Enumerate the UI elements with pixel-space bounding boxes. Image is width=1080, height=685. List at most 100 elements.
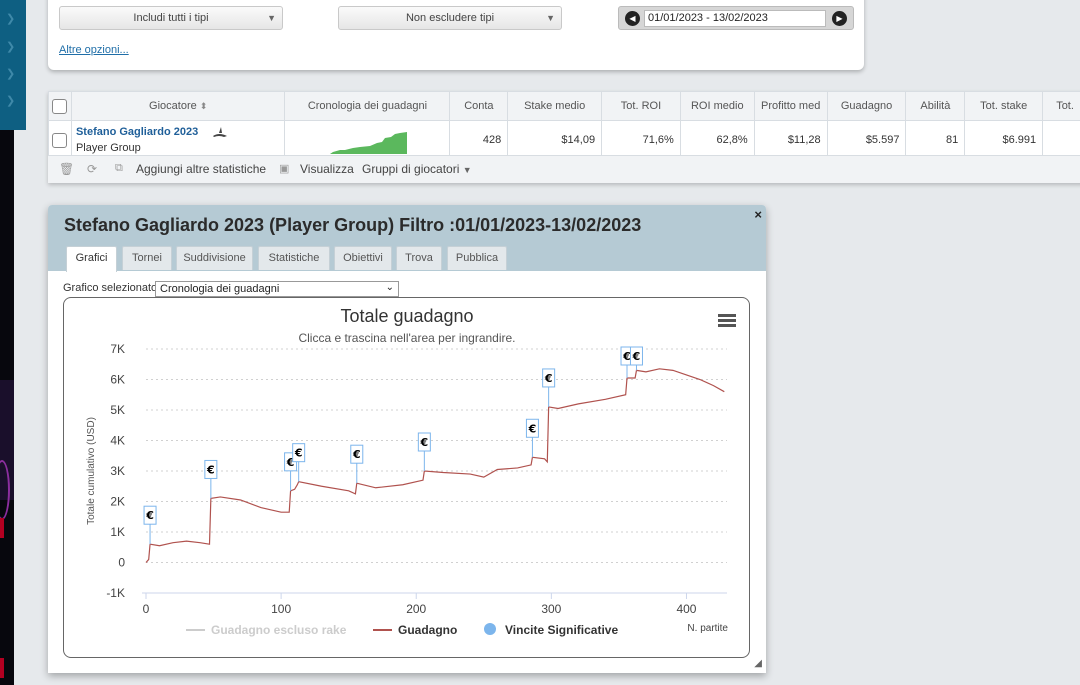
chevron-right-icon[interactable]: ❯ — [6, 69, 15, 80]
stats-panel: Giocatore ⬍ Cronologia dei guadagni Cont… — [48, 91, 1080, 183]
avg-stake-cell: $14,09 — [507, 120, 603, 160]
chart-select-dropdown[interactable]: Cronologia dei guadagni ⌄ — [155, 281, 399, 297]
date-range-input[interactable]: 01/01/2023 - 13/02/2023 — [644, 10, 826, 27]
earnings-sparkline — [330, 132, 408, 154]
y-tick-label: -1K — [106, 586, 125, 600]
row-select-cell — [48, 120, 72, 160]
column-header-count[interactable]: Conta — [449, 91, 509, 121]
view-button[interactable]: Visualizza — [300, 162, 354, 176]
chart-select-label: Grafico selezionato — [63, 282, 158, 294]
column-header-avg-stake[interactable]: Stake medio — [507, 91, 603, 121]
x-axis-label: N. partite — [687, 623, 728, 634]
dialog-header: Stefano Gagliardo 2023 (Player Group) Fi… — [48, 205, 766, 272]
date-range-control: ◀ 01/01/2023 - 13/02/2023 ▶ — [618, 6, 854, 30]
chart-subtitle: Clicca e trascina nell'area per ingrandi… — [298, 331, 515, 345]
column-header-ability[interactable]: Abilità — [905, 91, 966, 121]
resize-grip-icon[interactable]: ◢ — [754, 658, 762, 669]
select-all-checkbox[interactable] — [52, 98, 68, 114]
euro-icon: € — [420, 436, 429, 449]
exclude-types-label: Non escludere tipi — [405, 12, 495, 24]
exclude-types-dropdown[interactable]: Non escludere tipi ▼ — [338, 6, 562, 30]
chevron-right-icon[interactable]: ❯ — [6, 42, 15, 53]
sort-icon[interactable]: ⬍ — [200, 101, 208, 111]
avg-profit-cell: $11,28 — [753, 120, 828, 160]
caret-down-icon: ▼ — [462, 165, 472, 175]
legend-item-rake: Guadagno escluso rake — [211, 623, 347, 637]
y-tick-label: 7K — [110, 342, 125, 356]
y-axis-label: Totale cumulativo (USD) — [86, 417, 97, 525]
tab-pubblica[interactable]: Pubblica — [447, 246, 507, 270]
tab-obiettivi[interactable]: Obiettivi — [334, 246, 392, 270]
column-header-avg-profit[interactable]: Profitto med — [753, 91, 828, 121]
total-cell — [1042, 120, 1080, 160]
column-header-player[interactable]: Giocatore ⬍ — [70, 91, 286, 121]
refresh-icon[interactable]: ⟳ — [87, 162, 97, 176]
y-tick-label: 2K — [110, 495, 125, 509]
caret-down-icon: ▼ — [546, 13, 555, 23]
player-type: Player Group — [75, 142, 141, 154]
more-options-link[interactable]: Altre opzioni... — [59, 44, 129, 56]
stats-toolbar: 🗑 ⟳ ⧉ Aggiungi altre statistiche ▣ Visua… — [48, 155, 1080, 183]
column-header-total[interactable]: Tot. — [1042, 91, 1080, 121]
tab-grafici[interactable]: Grafici — [66, 246, 117, 272]
chevron-right-icon[interactable]: ❯ — [6, 96, 15, 107]
stats-table: Giocatore ⬍ Cronologia dei guadagni Cont… — [48, 91, 1080, 160]
row-checkbox[interactable] — [52, 132, 68, 148]
next-period-icon[interactable]: ▶ — [832, 11, 847, 26]
y-tick-label: 3K — [110, 464, 125, 478]
add-stats-icon[interactable]: ⧉ — [115, 162, 123, 175]
legend-symbol-wins — [484, 623, 496, 635]
total-roi-cell: 71,6% — [601, 120, 681, 160]
avg-roi-cell: 62,8% — [679, 120, 755, 160]
euro-icon: € — [294, 447, 303, 460]
earnings-cell: $5.597 — [826, 120, 907, 160]
x-tick-label: 200 — [406, 602, 426, 616]
column-header-total-stake[interactable]: Tot. stake — [964, 91, 1044, 121]
background-strip — [0, 130, 14, 685]
chart-container[interactable]: Totale guadagno Clicca e trascina nell'ar… — [63, 297, 750, 658]
tab-suddivisione[interactable]: Suddivisione — [176, 246, 253, 270]
ability-cell: 81 — [905, 120, 966, 160]
column-header-avg-roi[interactable]: ROI medio — [679, 91, 755, 121]
tab-tornei[interactable]: Tornei — [122, 246, 172, 270]
table-row[interactable]: Stefano Gagliardo 2023 Player Group 428 … — [48, 120, 1080, 160]
tab-trova[interactable]: Trova — [396, 246, 442, 270]
player-name-link[interactable]: Stefano Gagliardo 2023 — [76, 126, 279, 138]
euro-icon: € — [632, 350, 641, 363]
x-tick-label: 100 — [271, 602, 291, 616]
x-tick-label: 0 — [143, 602, 150, 616]
select-all-cell — [48, 91, 72, 121]
y-tick-label: 0 — [118, 556, 125, 570]
add-stats-button[interactable]: Aggiungi altre statistiche — [136, 162, 266, 176]
close-icon[interactable]: × — [754, 207, 762, 222]
y-tick-label: 1K — [110, 525, 125, 539]
dialog-title: Stefano Gagliardo 2023 (Player Group) Fi… — [64, 215, 642, 235]
menu-icon[interactable] — [718, 314, 736, 327]
player-chart-dialog: Stefano Gagliardo 2023 (Player Group) Fi… — [48, 205, 766, 673]
player-groups-button[interactable]: Gruppi di giocatori ▼ — [362, 162, 472, 176]
column-header-earnings-history[interactable]: Cronologia dei guadagni — [284, 91, 451, 121]
player-cell: Stefano Gagliardo 2023 Player Group — [70, 120, 286, 160]
caret-down-icon: ▼ — [267, 13, 276, 23]
tab-statistiche[interactable]: Statistiche — [258, 246, 330, 270]
euro-icon: € — [528, 422, 537, 435]
table-header-row: Giocatore ⬍ Cronologia dei guadagni Cont… — [48, 91, 1080, 121]
earnings-chart[interactable]: Totale guadagno Clicca e trascina nell'ar… — [64, 298, 751, 659]
view-icon[interactable]: ▣ — [279, 162, 289, 175]
previous-period-icon[interactable]: ◀ — [625, 11, 640, 26]
include-types-label: Includi tutti i tipi — [133, 12, 209, 24]
column-header-total-roi[interactable]: Tot. ROI — [601, 91, 681, 121]
legend-item-wins: Vincite Significative — [505, 623, 618, 637]
chevron-right-icon[interactable]: ❯ — [6, 14, 15, 25]
chart-title: Totale guadagno — [340, 306, 473, 326]
column-header-earnings[interactable]: Guadagno — [826, 91, 907, 121]
euro-icon: € — [622, 350, 631, 363]
count-cell: 428 — [449, 120, 509, 160]
filter-panel: Includi tutti i tipi ▼ Non escludere tip… — [48, 0, 864, 70]
euro-icon: € — [206, 463, 215, 476]
trash-icon[interactable]: 🗑 — [59, 162, 74, 176]
chart-select-value: Cronologia dei guadagni — [160, 283, 280, 295]
chevron-down-icon: ⌄ — [385, 282, 394, 293]
include-types-dropdown[interactable]: Includi tutti i tipi ▼ — [59, 6, 283, 30]
left-sidebar-strip: ❯ ❯ ❯ ❯ — [0, 0, 26, 130]
